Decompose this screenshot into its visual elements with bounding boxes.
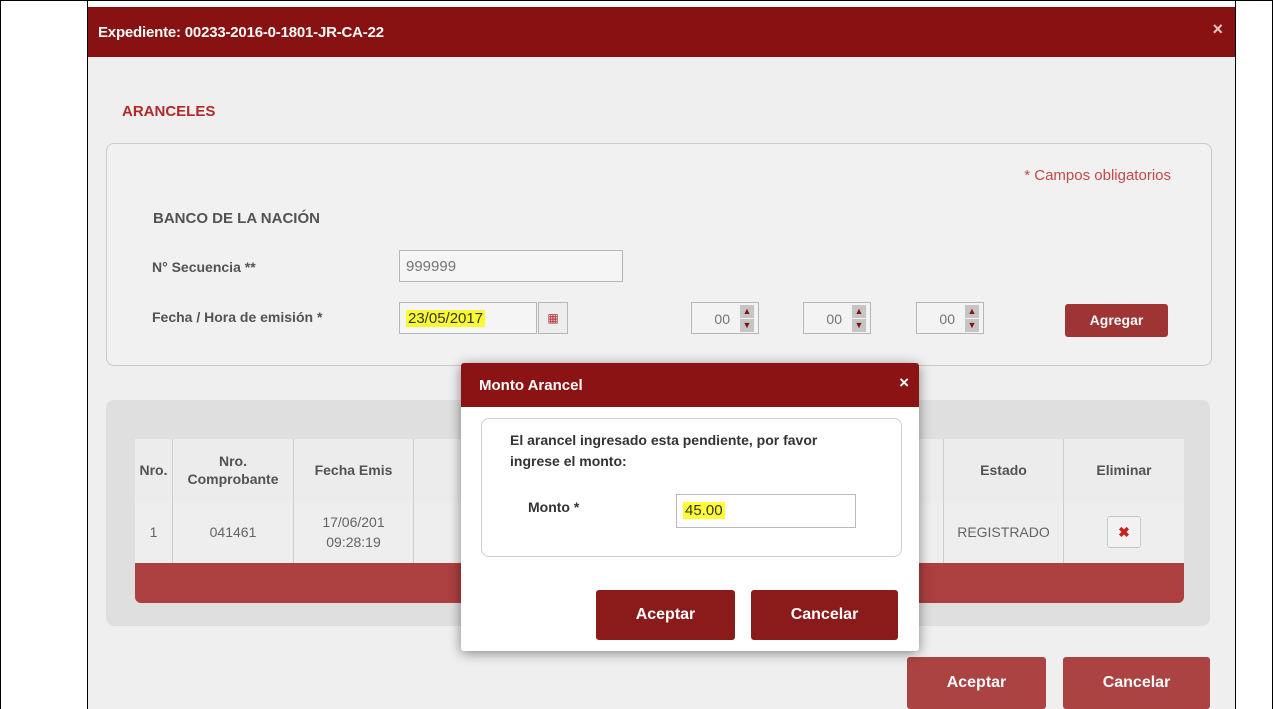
modal-title: Monto Arancel <box>479 377 583 394</box>
modal-close-icon[interactable]: × <box>899 373 909 393</box>
frame-inner-right-line <box>1235 0 1236 709</box>
modal-message: El arancel ingresado esta pendiente, por… <box>510 432 818 469</box>
monto-modal: Monto Arancel × El arancel ingresado est… <box>461 363 919 651</box>
modal-header: Monto Arancel × <box>461 363 919 407</box>
modal-cancel-button[interactable]: Cancelar <box>751 590 898 640</box>
frame-top-line <box>0 0 1273 1</box>
monto-input[interactable]: 45.00 <box>676 494 856 528</box>
monto-value: 45.00 <box>683 502 725 519</box>
modal-accept-button[interactable]: Aceptar <box>596 590 735 640</box>
monto-label: Monto * <box>528 499 580 515</box>
frame-left-line <box>0 0 1 709</box>
modal-content-panel: El arancel ingresado esta pendiente, por… <box>481 418 902 557</box>
